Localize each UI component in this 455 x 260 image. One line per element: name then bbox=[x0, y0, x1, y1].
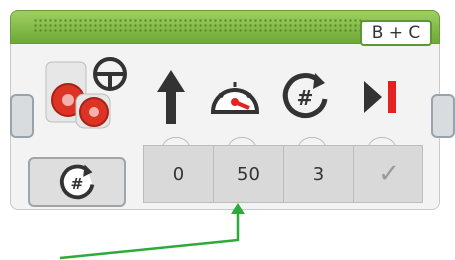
annotation-arrow bbox=[59, 203, 245, 260]
annotation-arrowhead bbox=[231, 203, 245, 214]
annotation-line bbox=[59, 211, 240, 260]
